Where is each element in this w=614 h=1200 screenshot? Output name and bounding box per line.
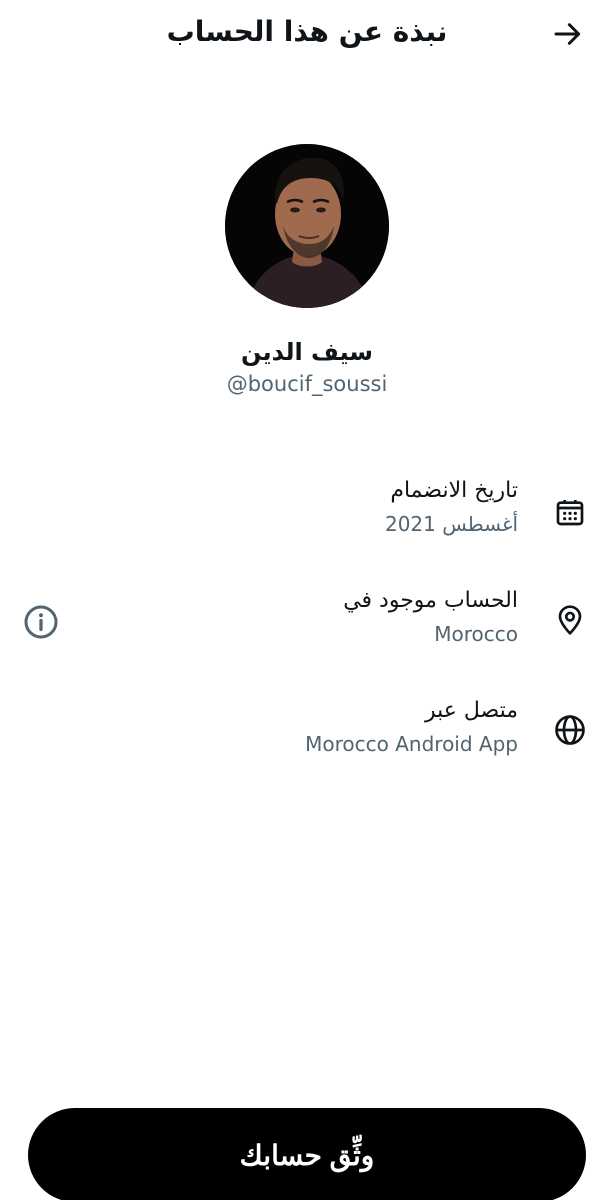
display-name: سيف الدين (240, 338, 374, 366)
info-text-joined: تاريخ الانضمام أغسطس 2021 (385, 474, 518, 540)
info-text-connected-via: متصل عبر Morocco Android App (305, 694, 518, 760)
info-value: Morocco (434, 622, 518, 646)
info-label: متصل عبر (424, 698, 518, 723)
info-icon (24, 605, 58, 639)
location-info-button[interactable] (22, 603, 60, 641)
info-row-joined: تاريخ الانضمام أغسطس 2021 (0, 474, 588, 554)
back-button[interactable] (548, 14, 588, 54)
info-row-location: الحساب موجود في Morocco (0, 584, 588, 664)
info-value: أغسطس 2021 (384, 512, 518, 536)
info-label: تاريخ الانضمام (390, 478, 518, 503)
user-handle: @boucif_soussi (226, 372, 388, 396)
globe-icon (552, 712, 588, 748)
about-account-screen: نبذة عن هذا الحساب سيف الدين @boucif_sou… (0, 0, 614, 1200)
verify-account-button[interactable]: وثِّق حسابك (28, 1108, 586, 1200)
calendar-icon (552, 494, 588, 530)
info-row-connected-via: متصل عبر Morocco Android App (0, 694, 588, 774)
info-label: الحساب موجود في (343, 588, 518, 613)
page-title: نبذة عن هذا الحساب (166, 15, 448, 48)
info-value: Morocco Android App (305, 732, 518, 756)
location-pin-icon (552, 602, 588, 638)
profile-photo (225, 144, 389, 308)
arrow-right-icon (554, 23, 581, 45)
avatar (225, 144, 389, 308)
info-text-location: الحساب موجود في Morocco (343, 584, 518, 650)
